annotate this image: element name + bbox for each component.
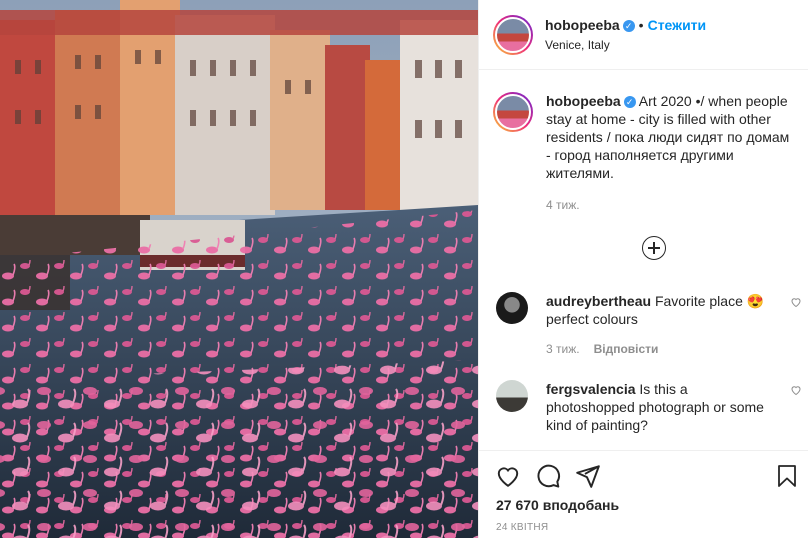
comment-username[interactable]: audreybertheau — [546, 293, 651, 309]
reply-button[interactable]: Відповісти — [594, 342, 659, 356]
commenter-avatar[interactable] — [496, 380, 528, 412]
venice-flamingo-painting — [0, 0, 478, 538]
comment-username[interactable]: fergsvalencia — [546, 381, 636, 397]
comment-icon[interactable] — [535, 463, 561, 489]
caption-username[interactable]: hobopeeba — [546, 93, 621, 109]
heart-icon[interactable] — [495, 463, 521, 489]
post-actions: 27 670 вподобань 24 КВІТНЯ — [479, 450, 808, 539]
post-location[interactable]: Venice, Italy — [545, 38, 706, 52]
comment-item: audreybertheau Favorite place 😍 perfect … — [496, 292, 801, 358]
verified-icon: ✓ — [622, 19, 635, 32]
caption-avatar[interactable] — [493, 92, 533, 132]
likes-count[interactable]: 27 670 вподобань — [496, 497, 619, 513]
post-sidebar: hobopeeba ✓ • Стежити Venice, Italy hobopee… — [478, 0, 808, 538]
share-icon[interactable] — [575, 463, 601, 489]
commenter-avatar[interactable] — [496, 292, 528, 324]
post-date[interactable]: 24 КВІТНЯ — [496, 522, 548, 533]
comment-time[interactable]: 3 тиж. — [546, 342, 580, 356]
post-caption: hobopeeba ✓ Art 2020 •/ when people stay … — [493, 92, 793, 214]
post-image[interactable] — [0, 0, 478, 538]
separator: • — [638, 17, 644, 33]
verified-icon: ✓ — [623, 96, 636, 109]
post-header: hobopeeba ✓ • Стежити Venice, Italy — [479, 0, 808, 70]
bookmark-icon[interactable] — [775, 463, 799, 489]
add-comment-icon[interactable] — [642, 236, 666, 260]
caption-time[interactable]: 4 тиж. — [546, 196, 793, 214]
author-username[interactable]: hobopeeba — [545, 17, 620, 33]
comment-item: fergsvalencia Is this a photoshopped pho… — [496, 380, 801, 434]
follow-button[interactable]: Стежити — [648, 17, 707, 33]
comment-like-heart-icon[interactable] — [790, 296, 802, 308]
comment-like-heart-icon[interactable] — [790, 384, 802, 396]
author-avatar[interactable] — [493, 14, 533, 55]
